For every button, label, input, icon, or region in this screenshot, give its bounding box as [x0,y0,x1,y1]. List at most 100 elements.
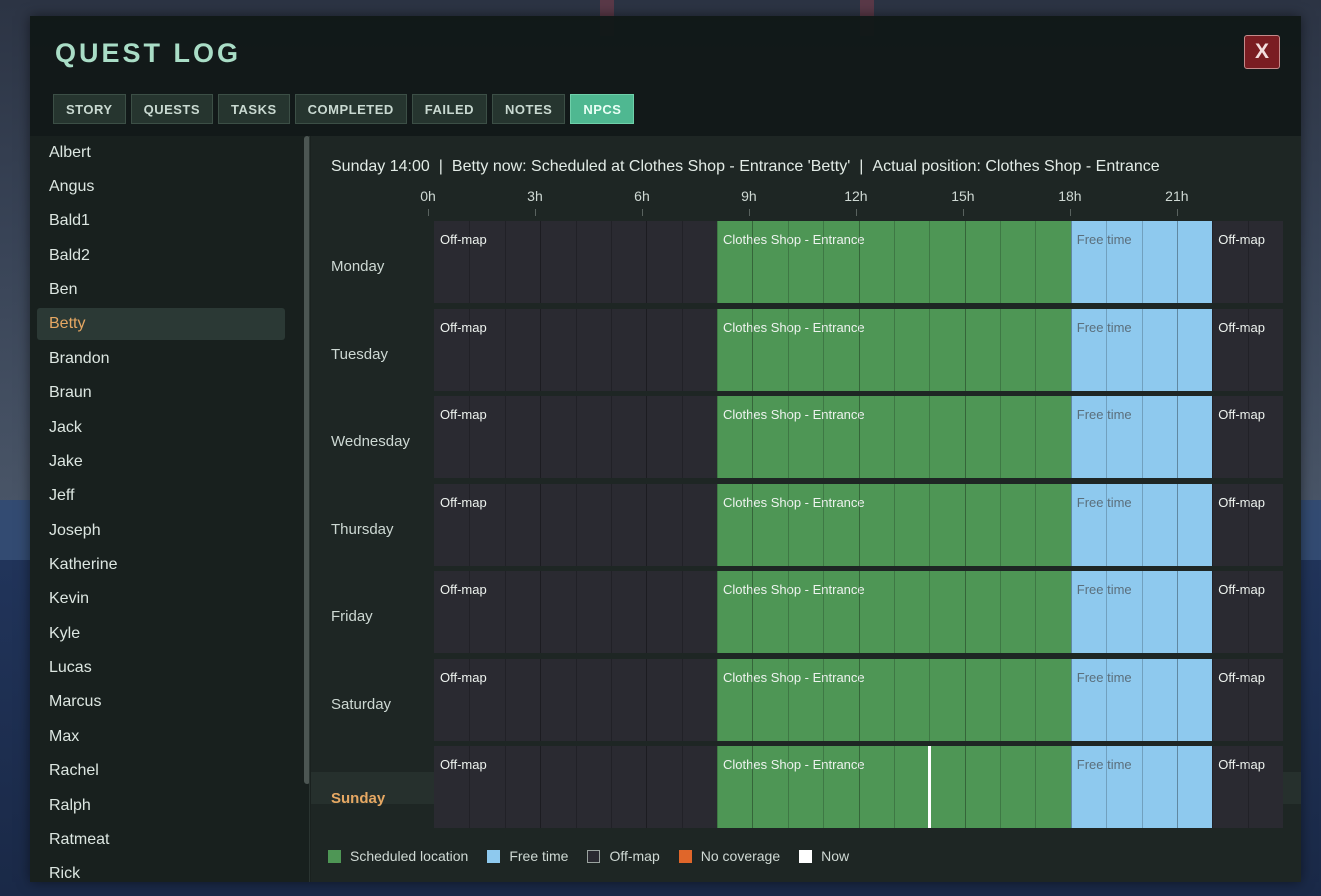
hour-gridline [964,308,966,391]
segment-label: Free time [1076,232,1132,247]
hour-gridline [1247,483,1249,566]
hour-gridline [1035,658,1037,741]
hour-gridline [929,658,931,741]
npc-list[interactable]: Albert Angus Bald1 Bald2 Ben Betty Brand… [30,136,310,882]
tab-failed[interactable]: FAILED [411,94,488,124]
hour-gridline [610,308,612,391]
hour-gridline [893,396,895,478]
legend-swatch [678,849,692,863]
npc-list-item[interactable]: Ratmeat [37,824,285,856]
day-label: Thursday [331,520,394,538]
npc-list-item[interactable]: Braun [37,377,285,409]
npc-list-item[interactable]: Angus [37,171,285,203]
npc-list-item-selected[interactable]: Betty [37,308,285,340]
day-track[interactable]: Off-map Clothes Shop - Entrance Free time O… [434,658,1283,741]
npc-list-item[interactable]: Jack [37,412,285,444]
hour-label: 12h [844,188,868,204]
hour-gridline [1106,308,1108,391]
hour-label: 6h [634,188,650,204]
npc-list-item[interactable]: Joseph [37,515,285,547]
segment-label: Free time [1076,757,1132,772]
npc-list-item[interactable]: Brandon [37,343,285,375]
hour-gridline [540,746,542,828]
hour-gridline [575,221,577,303]
npc-list-item[interactable]: Katherine [37,549,285,581]
hour-gridline [469,396,471,478]
tab-npcs[interactable]: NPCS [570,94,635,124]
day-track[interactable]: Off-map Clothes Shop - Entrance Free time O… [434,396,1283,478]
hour-gridline [752,308,754,391]
npc-list-item[interactable]: Bald2 [37,240,285,272]
hour-gridline [469,571,471,653]
hour-gridline [787,746,789,828]
hour-gridline [858,483,860,566]
day-track[interactable]: Off-map Clothes Shop - Entrance Free time O… [434,746,1283,828]
hour-gridline [787,483,789,566]
day-label: Wednesday [331,433,410,450]
hour-gridline [1247,571,1249,653]
hour-gridline [1247,396,1249,478]
hour-gridline [752,483,754,566]
hour-gridline [575,658,577,741]
npc-list-item[interactable]: Kyle [37,618,285,650]
npc-list-item[interactable]: Marcus [37,686,285,718]
segment-label: Off-map [1218,494,1265,510]
day-track[interactable]: Off-map Clothes Shop - Entrance Free time O… [434,308,1283,391]
npc-list-item[interactable]: Kevin [37,583,285,615]
npc-list-scrollbar[interactable] [304,136,309,784]
npc-list-item[interactable]: Albert [37,137,285,169]
npc-list-item[interactable]: Rick [37,858,285,882]
hour-gridline [1000,571,1001,653]
tab-tasks[interactable]: TASKS [218,94,290,124]
segment-label: Off-map [1218,582,1265,597]
npc-list-item[interactable]: Lucas [37,652,285,684]
hour-gridline [717,746,718,828]
segment-label: Off-map [1218,757,1265,772]
hour-gridline [823,396,825,478]
hour-gridline [610,746,612,828]
npc-list-item[interactable]: Ben [37,274,285,306]
hour-gridline [469,658,471,741]
tab-completed[interactable]: COMPLETED [294,94,407,124]
segment-label: Off-map [440,669,487,685]
now-marker [928,746,932,828]
hour-gridline [1176,221,1178,303]
status-actual-position: Actual position: Clothes Shop - Entrance [872,158,1160,175]
segment-label: Free time [1076,319,1132,335]
hour-tick [962,209,964,216]
hour-gridline [1035,483,1037,566]
hour-gridline [1212,483,1214,566]
day-label: Monday [331,258,385,275]
npc-list-item[interactable]: Jeff [37,480,285,512]
day-track[interactable]: Off-map Clothes Shop - Entrance Free time O… [434,483,1283,566]
npc-list-item[interactable]: Bald1 [37,205,285,237]
tab-story[interactable]: STORY [53,94,126,124]
npc-list-item[interactable]: Rachel [37,755,285,787]
day-track[interactable]: Off-map Clothes Shop - Entrance Free time O… [434,221,1283,303]
npc-list-item[interactable]: Jake [37,446,285,478]
hour-gridline [1212,571,1214,653]
hour-gridline [540,483,542,566]
hour-gridline [1141,571,1143,653]
legend-item: Now [799,848,849,864]
status-time: Sunday 14:00 [331,158,430,175]
hour-gridline [929,483,931,566]
tab-notes[interactable]: NOTES [492,94,566,124]
legend-swatch [487,849,501,863]
hour-gridline [1212,658,1214,741]
hour-gridline [681,396,683,478]
npc-list-item[interactable]: Max [37,721,285,753]
hour-gridline [787,221,789,303]
close-button[interactable]: X [1244,35,1280,69]
hour-gridline [823,571,825,653]
hour-gridline [752,396,754,478]
hour-gridline [752,221,754,303]
tab-quests[interactable]: QUESTS [130,94,214,124]
segment-label: Free time [1076,494,1132,510]
day-track[interactable]: Off-map Clothes Shop - Entrance Free time O… [434,571,1283,653]
status-separator: | [438,158,443,175]
hour-gridline [1141,658,1143,741]
segment-label: Clothes Shop - Entrance [723,319,865,335]
hour-tick [1069,209,1071,216]
npc-list-item[interactable]: Ralph [37,790,285,822]
